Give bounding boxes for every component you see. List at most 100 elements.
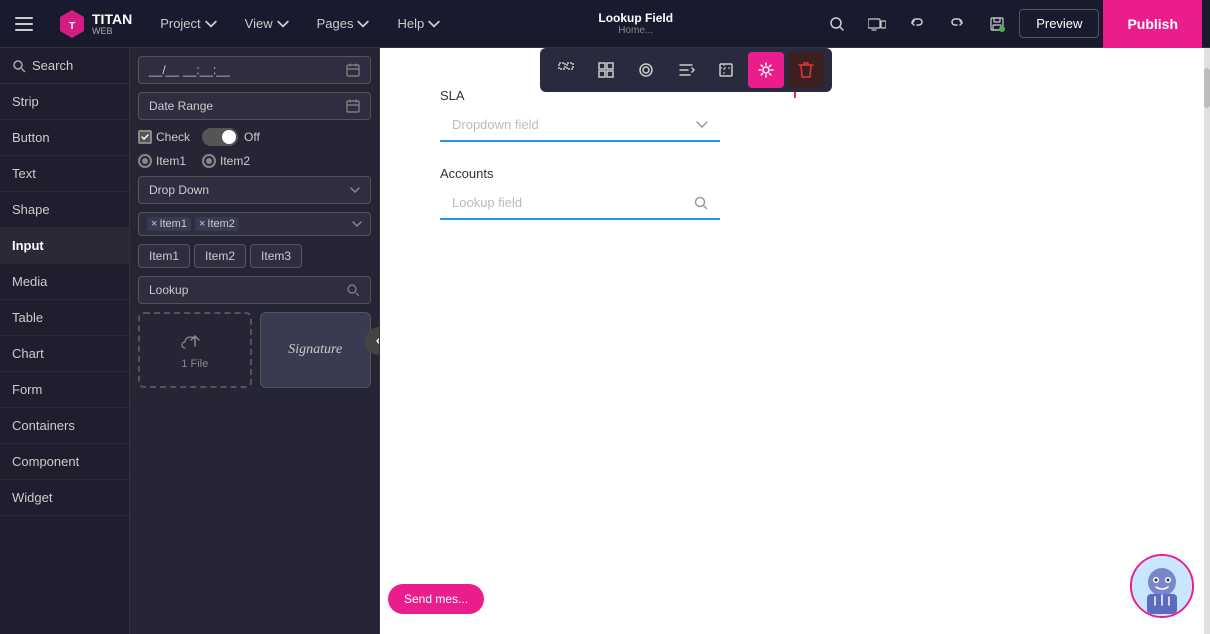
scrollbar-thumb[interactable] — [1204, 68, 1210, 108]
daterange-label: Date Range — [149, 99, 213, 113]
search-label: Search — [32, 58, 73, 73]
upload-label: 1 File — [181, 358, 208, 370]
button-item2[interactable]: Item2 — [194, 244, 246, 268]
dropdown-chevron-icon — [350, 187, 360, 193]
search-nav-button[interactable] — [819, 6, 855, 42]
accounts-label: Accounts — [440, 166, 1150, 181]
sidebar-item-shape[interactable]: Shape — [0, 192, 129, 228]
frame-tool-button[interactable] — [548, 52, 584, 88]
svg-text:T: T — [69, 21, 75, 32]
undo-button[interactable] — [899, 6, 935, 42]
accounts-search-icon — [694, 196, 708, 210]
component-panel: __/__ __:__:__ Date Range Check — [130, 48, 380, 634]
device-button[interactable] — [859, 6, 895, 42]
preview-button[interactable]: Preview — [1019, 9, 1099, 38]
hamburger-button[interactable] — [0, 0, 48, 48]
publish-button[interactable]: Publish — [1103, 0, 1202, 48]
date-value: __/__ — [149, 63, 179, 77]
canvas-inner: SLA Dropdown field Accounts Lookup field — [380, 48, 1210, 634]
sidebar-item-containers[interactable]: Containers — [0, 408, 129, 444]
sidebar-item-chart[interactable]: Chart — [0, 336, 129, 372]
align-tool-button[interactable] — [668, 52, 704, 88]
datetime-component[interactable]: __/__ __:__:__ — [138, 56, 371, 84]
grid-tool-button[interactable] — [588, 52, 624, 88]
sidebar-item-widget[interactable]: Widget — [0, 480, 129, 516]
logo-area: T TITAN WEB — [48, 8, 140, 40]
settings-tool-button[interactable] — [748, 52, 784, 88]
chat-bubble[interactable] — [1130, 554, 1194, 618]
save-button[interactable] — [979, 6, 1015, 42]
toggle-track — [202, 128, 238, 146]
radio-item2[interactable]: Item2 — [202, 154, 250, 168]
time-value: __:__:__ — [183, 63, 230, 77]
sidebar-item-strip[interactable]: Strip — [0, 84, 129, 120]
lookup-component[interactable]: Lookup — [138, 276, 371, 304]
scrollbar-track[interactable] — [1204, 48, 1210, 634]
upload-icon — [181, 330, 209, 354]
lookup-search-icon — [346, 283, 360, 297]
redo-button[interactable] — [939, 6, 975, 42]
sidebar-item-media[interactable]: Media — [0, 264, 129, 300]
radio-circle-2 — [202, 154, 216, 168]
logo-title: TITAN — [92, 12, 132, 26]
signature-label: Signature — [288, 342, 342, 358]
button-item3[interactable]: Item3 — [250, 244, 302, 268]
toggle-thumb — [222, 130, 236, 144]
breadcrumb: Lookup Field Home... — [598, 11, 673, 36]
sidebar-item-input[interactable]: Input — [0, 228, 129, 264]
search-sidebar[interactable]: Search — [0, 48, 129, 84]
dropdown-label: Drop Down — [149, 183, 209, 197]
canvas-area: SLA Dropdown field Accounts Lookup field — [380, 48, 1210, 634]
button-item1[interactable]: Item1 — [138, 244, 190, 268]
signature-component[interactable]: Signature — [260, 312, 372, 388]
radio-label-1: Item1 — [156, 154, 186, 168]
sidebar-item-text[interactable]: Text — [0, 156, 129, 192]
sla-dropdown[interactable]: Dropdown field — [440, 109, 720, 142]
delete-tool-button[interactable] — [788, 52, 824, 88]
sidebar-item-component[interactable]: Component — [0, 444, 129, 480]
sidebar-item-form[interactable]: Form — [0, 372, 129, 408]
send-message-button[interactable]: Send mes... — [388, 584, 484, 614]
nav-view[interactable]: View — [233, 10, 301, 37]
upload-component[interactable]: 1 File — [138, 312, 252, 388]
eraser-tool-button[interactable] — [628, 52, 664, 88]
calendar-icon — [346, 63, 360, 77]
check-toggle-row: Check Off — [138, 128, 371, 146]
radio-circle-1 — [138, 154, 152, 168]
accounts-field: Accounts Lookup field — [440, 166, 1150, 220]
left-sidebar: Search Strip Button Text Shape Input Med… — [0, 48, 130, 634]
chat-avatar — [1132, 556, 1192, 616]
dropdown-component[interactable]: Drop Down — [138, 176, 371, 204]
breadcrumb-subtitle: Home... — [598, 25, 673, 36]
sidebar-item-button[interactable]: Button — [0, 120, 129, 156]
button-group-component: Item1 Item2 Item3 — [138, 244, 371, 268]
radio-item1[interactable]: Item1 — [138, 154, 186, 168]
nav-right: Preview Publish — [819, 0, 1210, 48]
accounts-placeholder: Lookup field — [452, 195, 522, 210]
toolbar-row — [540, 48, 832, 92]
main-layout: Search Strip Button Text Shape Input Med… — [0, 48, 1210, 634]
multiselect-chevron-icon — [352, 221, 362, 227]
tag-item1: × Item1 — [147, 217, 191, 231]
multiselect-component[interactable]: × Item1 × Item2 — [138, 212, 371, 236]
top-nav: T TITAN WEB Project View Pages Help Look… — [0, 0, 1210, 48]
nav-help[interactable]: Help — [385, 10, 452, 37]
expand-tool-button[interactable] — [708, 52, 744, 88]
tag-item2: × Item2 — [195, 217, 239, 231]
lookup-label: Lookup — [149, 283, 188, 297]
check-label: Check — [156, 130, 190, 144]
checkbox-icon — [138, 130, 152, 144]
nav-center: Lookup Field Home... — [452, 11, 819, 36]
checkbox-component[interactable]: Check — [138, 130, 190, 144]
accounts-lookup[interactable]: Lookup field — [440, 187, 720, 220]
sla-placeholder: Dropdown field — [452, 117, 539, 132]
nav-pages[interactable]: Pages — [305, 10, 382, 37]
toggle-component[interactable]: Off — [202, 128, 260, 146]
sla-dropdown-arrow — [696, 121, 708, 129]
daterange-component[interactable]: Date Range — [138, 92, 371, 120]
logo-subtitle: WEB — [92, 26, 132, 36]
calendar-range-icon — [346, 99, 360, 113]
sidebar-item-table[interactable]: Table — [0, 300, 129, 336]
nav-project[interactable]: Project — [148, 10, 228, 37]
search-icon — [12, 59, 26, 73]
